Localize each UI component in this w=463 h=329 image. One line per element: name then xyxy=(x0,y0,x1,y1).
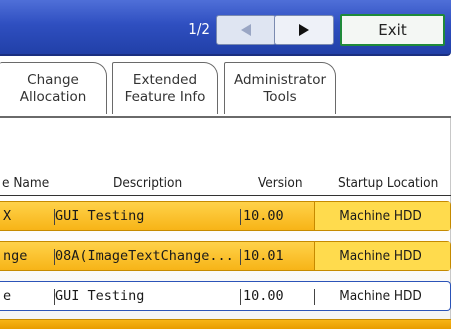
column-separator xyxy=(240,249,241,265)
column-header-name: e Name xyxy=(2,175,50,191)
row-startup-location: Machine HDD xyxy=(339,248,422,264)
row-description: GUI Testing xyxy=(55,288,145,304)
row-startup-location: Machine HDD xyxy=(339,288,422,304)
next-page-button[interactable] xyxy=(274,15,334,45)
tab-change-allocation[interactable]: Change Allocation xyxy=(0,62,107,114)
row-version: 10.01 xyxy=(243,248,284,264)
column-separator xyxy=(240,209,241,225)
triangle-left-icon xyxy=(241,24,251,36)
tab-administrator-tools[interactable]: Administrator Tools xyxy=(224,62,336,114)
top-bar: 1/2 Exit xyxy=(0,0,451,56)
page-indicator: 1/2 xyxy=(188,20,210,38)
column-header-startup-location: Startup Location xyxy=(338,175,439,191)
row-name: X xyxy=(3,208,12,224)
exit-button[interactable]: Exit xyxy=(340,14,445,46)
row-description: GUI Testing xyxy=(55,208,145,224)
table-row[interactable]: nge 08A(ImageTextChange... 10.01 Machine… xyxy=(0,241,451,271)
header-divider xyxy=(0,195,451,196)
row-name: nge xyxy=(3,248,28,264)
table-row[interactable]: X GUI Testing 10.00 Machine HDD xyxy=(0,201,451,231)
tab-extended-feature-info[interactable]: Extended Feature Info xyxy=(112,62,218,114)
row-version: 10.00 xyxy=(243,288,284,304)
column-header-description: Description xyxy=(113,175,183,191)
table-row[interactable]: e GUI Testing 10.00 Machine HDD xyxy=(0,281,451,311)
tab-strip: Change Allocation Extended Feature Info … xyxy=(0,62,451,118)
row-name: e xyxy=(3,288,12,304)
column-separator xyxy=(240,289,241,305)
partial-table-row[interactable] xyxy=(0,319,451,329)
row-description: 08A(ImageTextChange... xyxy=(55,248,234,264)
row-startup-location: Machine HDD xyxy=(339,208,422,224)
row-version: 10.00 xyxy=(243,208,284,224)
previous-page-button[interactable] xyxy=(216,15,276,45)
triangle-right-icon xyxy=(299,24,309,36)
column-header-version: Version xyxy=(258,175,303,191)
